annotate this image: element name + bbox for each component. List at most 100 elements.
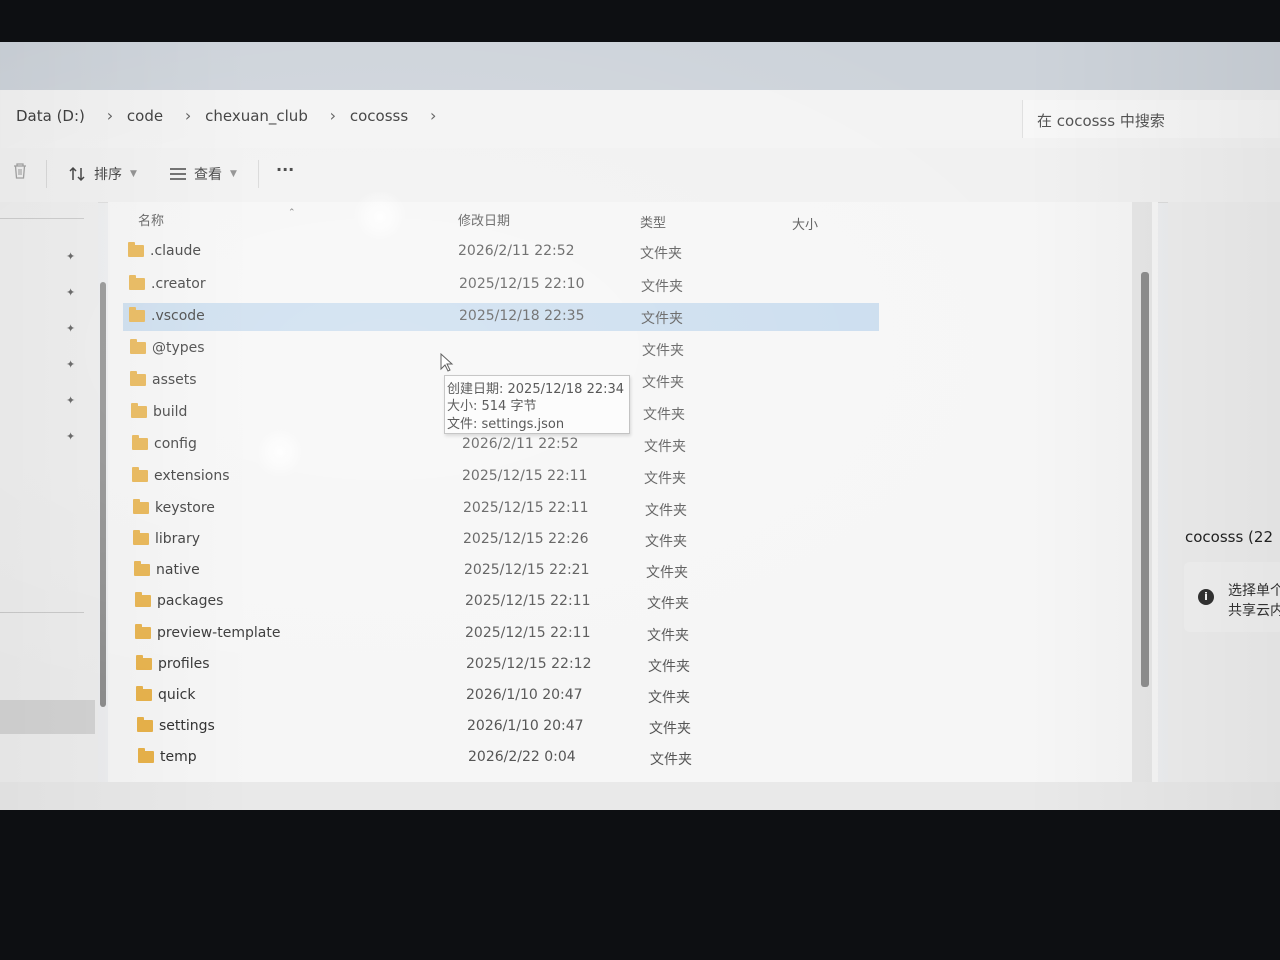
tooltip-files: 文件: settings.json	[447, 417, 565, 432]
file-type: 文件夹	[642, 343, 684, 359]
column-header-name[interactable]: 名称 ⌃	[138, 208, 296, 229]
breadcrumb-item-code[interactable]: code	[127, 107, 171, 125]
pin-icon[interactable]: ✦	[66, 322, 78, 335]
chevron-right-icon[interactable]: ›	[93, 106, 127, 125]
file-row[interactable]: @types 文件夹	[124, 335, 880, 363]
file-type: 文件夹	[641, 311, 683, 327]
file-row[interactable]: preview-template 2025/12/15 22:11 文件夹	[129, 620, 885, 648]
file-name: temp	[160, 749, 197, 765]
file-type: 文件夹	[640, 246, 682, 262]
file-name: config	[154, 436, 197, 452]
file-date: 2025/12/15 22:21	[464, 562, 590, 578]
file-date: 2025/12/15 22:11	[462, 468, 588, 484]
chevron-right-icon[interactable]: ›	[416, 106, 450, 125]
list-view-icon	[170, 168, 186, 180]
folder-icon	[130, 371, 146, 386]
column-header-date[interactable]: 修改日期	[458, 210, 510, 229]
pin-icon[interactable]: ✦	[66, 358, 78, 371]
search-placeholder: 在 cocosss 中搜索	[1037, 112, 1165, 130]
file-explorer-window: Data (D:) › code › chexuan_club › cocoss…	[0, 42, 1280, 810]
chevron-down-icon: ▼	[230, 169, 237, 179]
file-list: 名称 ⌃ 修改日期 类型 大小 .claude 2026/2/11 22:52 文件…	[108, 202, 1158, 782]
file-name: extensions	[154, 468, 230, 484]
breadcrumb: Data (D:) › code › chexuan_club › cocoss…	[16, 106, 450, 125]
details-pane	[1168, 202, 1280, 810]
file-name: .creator	[151, 276, 206, 292]
nav-scrollbar[interactable]	[100, 282, 106, 707]
folder-icon	[135, 624, 151, 639]
search-input[interactable]: 在 cocosss 中搜索	[1022, 100, 1280, 138]
delete-button[interactable]	[12, 162, 28, 180]
tooltip-size: 大小: 514 字节	[447, 399, 537, 414]
view-button[interactable]: 查看 ▼	[168, 164, 237, 184]
chevron-right-icon[interactable]: ›	[171, 106, 205, 125]
details-title: cocosss (22	[1185, 528, 1274, 546]
navigation-pane: ✦ ✦ ✦ ✦ ✦ ✦	[0, 202, 98, 782]
chevron-right-icon[interactable]: ›	[316, 106, 350, 125]
pin-icon[interactable]: ✦	[66, 394, 78, 407]
file-row[interactable]: settings 2026/1/10 20:47 文件夹	[131, 713, 887, 741]
breadcrumb-item-cocosss[interactable]: cocosss	[350, 107, 416, 125]
toolbar-divider	[46, 160, 47, 188]
info-icon: i	[1198, 589, 1214, 605]
vertical-scrollbar[interactable]	[1141, 272, 1149, 687]
file-row[interactable]: config 2026/2/11 22:52 文件夹	[126, 431, 882, 459]
file-date: 2026/2/22 0:04	[468, 749, 576, 765]
file-date: 2026/1/10 20:47	[467, 718, 584, 734]
folder-icon	[134, 561, 150, 576]
file-type: 文件夹	[644, 471, 686, 487]
trash-icon	[14, 163, 26, 179]
folder-icon	[136, 686, 152, 701]
folder-icon	[129, 307, 145, 322]
file-row[interactable]: profiles 2025/12/15 22:12 文件夹	[130, 651, 886, 679]
nav-item-selected[interactable]	[0, 700, 95, 734]
pin-icon[interactable]: ✦	[66, 250, 78, 263]
folder-icon	[138, 748, 154, 763]
file-name: assets	[152, 372, 197, 388]
sort-button[interactable]: 排序 ▼	[68, 164, 137, 184]
more-options-button[interactable]: ···	[276, 160, 294, 179]
pin-icon[interactable]: ✦	[66, 430, 78, 443]
file-type: 文件夹	[643, 407, 685, 423]
file-date: 2025/12/15 22:10	[459, 276, 585, 292]
file-date: 2025/12/15 22:11	[465, 625, 591, 641]
file-date: 2026/2/11 22:52	[458, 243, 575, 259]
folder-icon	[128, 242, 144, 257]
file-type: 文件夹	[645, 534, 687, 550]
file-row[interactable]: temp 2026/2/22 0:04 文件夹	[132, 744, 888, 772]
address-bar[interactable]: Data (D:) › code › chexuan_club › cocoss…	[0, 90, 1280, 149]
chevron-down-icon: ▼	[130, 169, 137, 179]
file-name: .claude	[150, 243, 201, 259]
toolbar-divider	[258, 160, 259, 188]
folder-icon	[132, 435, 148, 450]
file-date: 2026/2/11 22:52	[462, 436, 579, 452]
file-name: packages	[157, 593, 224, 609]
breadcrumb-item-drive[interactable]: Data (D:)	[16, 107, 93, 125]
pin-icon[interactable]: ✦	[66, 286, 78, 299]
folder-icon	[131, 403, 147, 418]
file-row[interactable]: library 2025/12/15 22:26 文件夹	[127, 526, 883, 554]
sort-arrows-icon	[69, 166, 85, 182]
file-date: 2025/12/18 22:35	[459, 308, 585, 324]
column-header-type[interactable]: 类型	[640, 212, 666, 231]
column-header-size[interactable]: 大小	[792, 214, 818, 233]
file-row[interactable]: extensions 2025/12/15 22:11 文件夹	[126, 463, 882, 491]
folder-icon	[136, 655, 152, 670]
nav-divider	[0, 612, 84, 613]
file-row[interactable]: keystore 2025/12/15 22:11 文件夹	[127, 495, 883, 523]
file-row[interactable]: .vscode 2025/12/18 22:35 文件夹	[123, 303, 879, 331]
breadcrumb-item-chexuan-club[interactable]: chexuan_club	[205, 107, 316, 125]
file-name: keystore	[155, 500, 215, 516]
file-row[interactable]: .claude 2026/2/11 22:52 文件夹	[122, 238, 878, 266]
folder-icon	[135, 592, 151, 607]
file-name: quick	[158, 687, 196, 703]
file-row[interactable]: .creator 2025/12/15 22:10 文件夹	[123, 271, 879, 299]
file-type: 文件夹	[648, 659, 690, 675]
file-row[interactable]: quick 2026/1/10 20:47 文件夹	[130, 682, 886, 710]
file-date: 2026/1/10 20:47	[466, 687, 583, 703]
file-row[interactable]: packages 2025/12/15 22:11 文件夹	[129, 588, 885, 616]
file-name: profiles	[158, 656, 210, 672]
sort-label: 排序	[94, 167, 122, 183]
file-type: 文件夹	[644, 439, 686, 455]
file-row[interactable]: native 2025/12/15 22:21 文件夹	[128, 557, 884, 585]
